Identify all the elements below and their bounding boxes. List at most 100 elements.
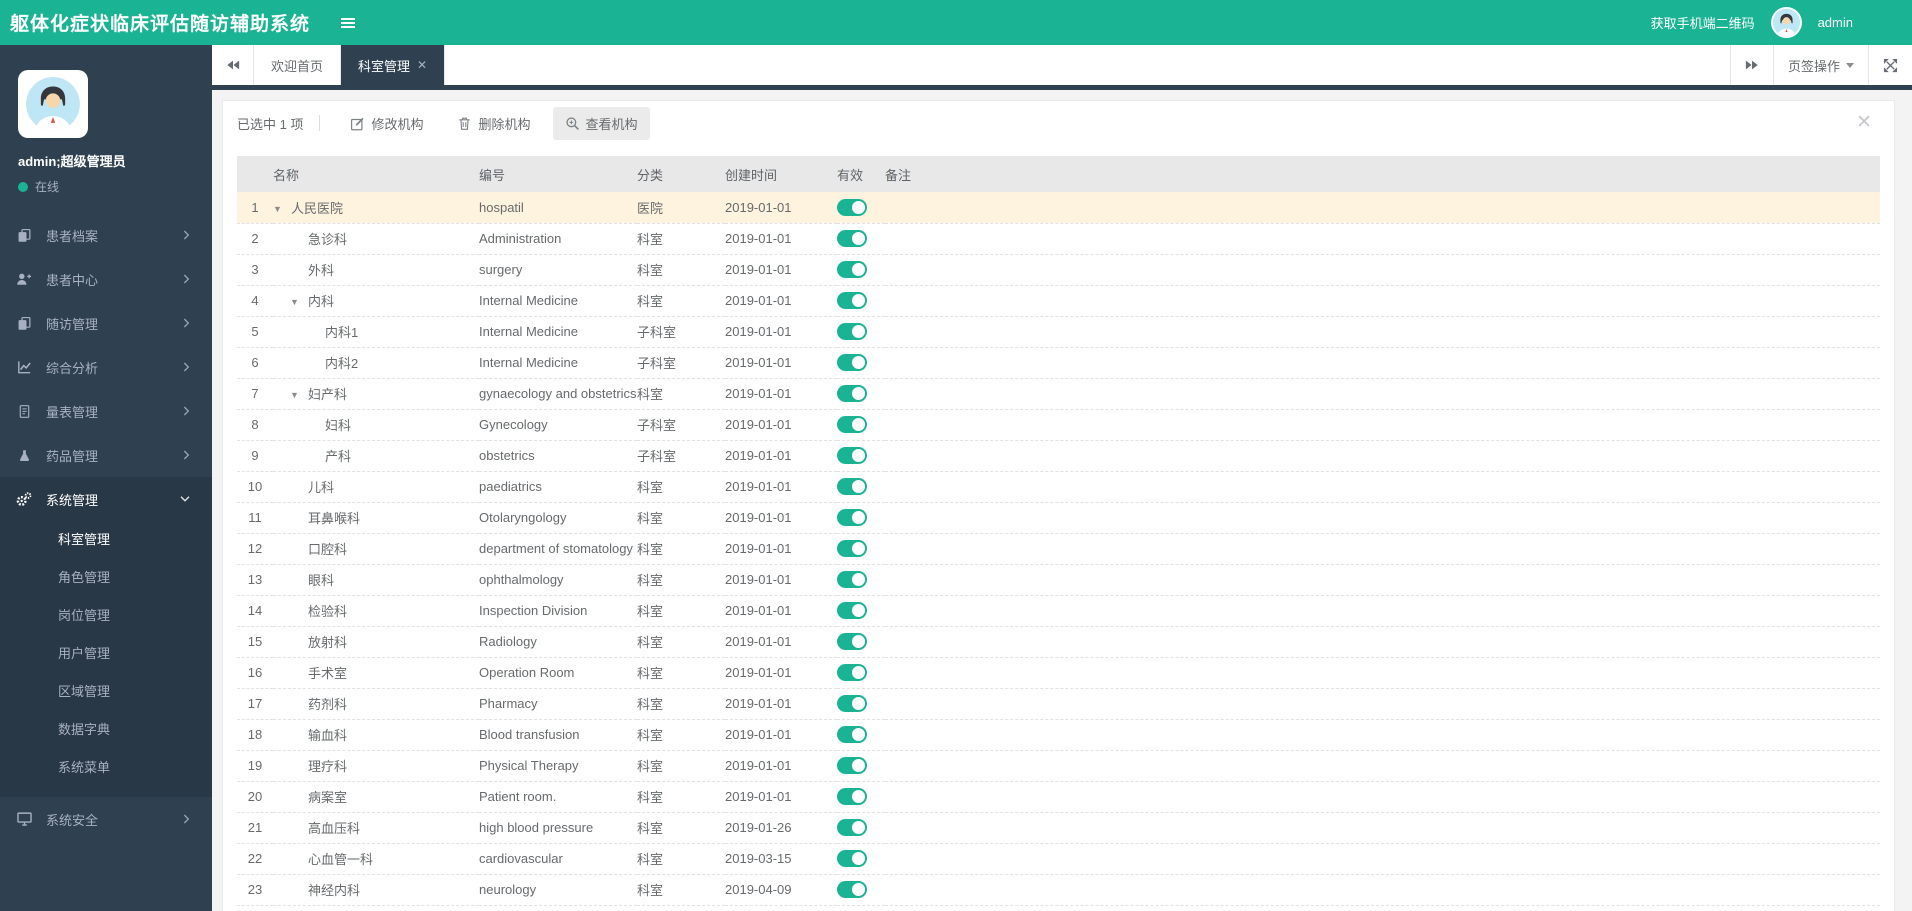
row-index: 13 — [237, 564, 273, 596]
valid-toggle[interactable] — [837, 323, 867, 341]
table-row[interactable]: 19 ▼理疗科 Physical Therapy 科室 2019-01-01 — [237, 750, 1880, 782]
modify-org-label: 修改机构 — [371, 116, 424, 132]
row-category: 科室 — [637, 378, 725, 410]
chevron-right-icon — [183, 450, 190, 460]
valid-toggle[interactable] — [837, 385, 867, 403]
table-row[interactable]: 12 ▼口腔科 department of stomatology 科室 201… — [237, 533, 1880, 565]
table-row[interactable]: 8 ▼妇科 Gynecology 子科室 2019-01-01 — [237, 409, 1880, 441]
row-name-text: 输血科 — [308, 728, 348, 743]
table-row[interactable]: 5 ▼内科1 Internal Medicine 子科室 2019-01-01 — [237, 316, 1880, 348]
sidebar-subitem[interactable]: 系统菜单 — [0, 749, 212, 787]
row-index: 5 — [237, 316, 273, 348]
table-row[interactable]: 11 ▼耳鼻喉科 Otolaryngology 科室 2019-01-01 — [237, 502, 1880, 534]
sidebar-subitem[interactable]: 数据字典 — [0, 711, 212, 749]
tabs-scroll-left-button[interactable] — [212, 45, 254, 85]
sidebar-item[interactable]: 患者中心 — [0, 257, 212, 301]
sidebar-subitem[interactable]: 角色管理 — [0, 559, 212, 597]
profile-avatar[interactable] — [18, 70, 88, 138]
caret-down-icon[interactable]: ▼ — [273, 204, 291, 214]
sidebar-subitem[interactable]: 岗位管理 — [0, 597, 212, 635]
row-category: 科室 — [637, 719, 725, 751]
table-row[interactable]: 17 ▼药剂科 Pharmacy 科室 2019-01-01 — [237, 688, 1880, 720]
row-code: Internal Medicine — [479, 285, 637, 317]
valid-toggle[interactable] — [837, 695, 867, 713]
row-created: 2019-01-01 — [725, 285, 837, 317]
valid-toggle[interactable] — [837, 633, 867, 651]
sidebar-item[interactable]: 综合分析 — [0, 345, 212, 389]
table-row[interactable]: 15 ▼放射科 Radiology 科室 2019-01-01 — [237, 626, 1880, 658]
view-org-button[interactable]: 查看机构 — [552, 106, 650, 140]
caret-down-icon[interactable]: ▼ — [290, 390, 308, 400]
table-row[interactable]: 4 ▼ 内科 Internal Medicine 科室 2019-01-01 — [237, 285, 1880, 317]
table-row[interactable]: 21 ▼高血压科 high blood pressure 科室 2019-01-… — [237, 812, 1880, 844]
table-row[interactable]: 20 ▼病案室 Patient room. 科室 2019-01-01 — [237, 781, 1880, 813]
panel-close-icon[interactable]: ✕ — [1856, 113, 1872, 132]
tab-welcome[interactable]: 欢迎首页 — [254, 45, 342, 85]
table-row[interactable]: 7 ▼ 妇产科 gynaecology and obstetrics 科室 201… — [237, 378, 1880, 410]
qr-code-link[interactable]: 获取手机端二维码 — [1651, 13, 1755, 32]
valid-toggle[interactable] — [837, 850, 867, 868]
row-name: ▼检验科 — [273, 595, 479, 627]
caret-down-icon[interactable]: ▼ — [290, 297, 308, 307]
valid-toggle[interactable] — [837, 416, 867, 434]
row-valid — [837, 843, 885, 875]
valid-toggle[interactable] — [837, 726, 867, 744]
valid-toggle[interactable] — [837, 664, 867, 682]
valid-toggle[interactable] — [837, 292, 867, 310]
sidebar-subitem[interactable]: 用户管理 — [0, 635, 212, 673]
valid-toggle[interactable] — [837, 881, 867, 899]
valid-toggle[interactable] — [837, 198, 867, 216]
valid-toggle[interactable] — [837, 509, 867, 527]
sidebar-subitem[interactable]: 科室管理 — [0, 521, 212, 559]
table-row[interactable]: 14 ▼检验科 Inspection Division 科室 2019-01-0… — [237, 595, 1880, 627]
table-row[interactable]: 10 ▼儿科 paediatrics 科室 2019-01-01 — [237, 471, 1880, 503]
user-avatar[interactable] — [1770, 7, 1802, 38]
table-row[interactable]: 1 ▼ 人民医院 hospatil 医院 2019-01-01 — [237, 192, 1880, 224]
table-row[interactable]: 3 ▼外科 surgery 科室 2019-01-01 — [237, 254, 1880, 286]
tab-operations-dropdown[interactable]: 页签操作 — [1772, 45, 1868, 85]
table-row[interactable]: 9 ▼产科 obstetrics 子科室 2019-01-01 — [237, 440, 1880, 472]
table-row[interactable]: 23 ▼神经内科 neurology 科室 2019-04-09 — [237, 874, 1880, 906]
row-name: ▼心血管一科 — [273, 843, 479, 875]
sidebar-item[interactable]: 系统安全 — [0, 797, 212, 841]
sidebar-item[interactable]: 系统管理 — [0, 477, 212, 521]
valid-toggle[interactable] — [837, 230, 867, 248]
hamburger-menu-icon[interactable] — [340, 15, 356, 31]
valid-toggle[interactable] — [837, 602, 867, 620]
username[interactable]: admin — [1818, 15, 1853, 30]
valid-toggle[interactable] — [837, 571, 867, 589]
table-row[interactable]: 16 ▼手术室 Operation Room 科室 2019-01-01 — [237, 657, 1880, 689]
delete-org-button[interactable]: 删除机构 — [445, 107, 542, 140]
sidebar-item[interactable]: 药品管理 — [0, 433, 212, 477]
row-note — [885, 285, 1880, 317]
valid-toggle[interactable] — [837, 478, 867, 496]
tab-bar: 欢迎首页 科室管理 ✕ 页签操作 — [212, 45, 1912, 90]
row-valid — [837, 750, 885, 782]
valid-toggle[interactable] — [837, 757, 867, 775]
tab-department-management[interactable]: 科室管理 ✕ — [341, 45, 446, 85]
table-row[interactable]: 6 ▼内科2 Internal Medicine 子科室 2019-01-01 — [237, 347, 1880, 379]
row-created: 2019-01-01 — [725, 533, 837, 565]
sidebar-subitem[interactable]: 区域管理 — [0, 673, 212, 711]
table-row[interactable]: 18 ▼输血科 Blood transfusion 科室 2019-01-01 — [237, 719, 1880, 751]
close-tab-icon[interactable]: ✕ — [417, 58, 427, 72]
sidebar-item[interactable]: 量表管理 — [0, 389, 212, 433]
table-row[interactable]: 2 ▼急诊科 Administration 科室 2019-01-01 — [237, 223, 1880, 255]
sidebar-item[interactable]: 患者档案 — [0, 213, 212, 257]
valid-toggle[interactable] — [837, 354, 867, 372]
toolbar-divider — [319, 115, 321, 131]
table-row[interactable]: 13 ▼眼科 ophthalmology 科室 2019-01-01 — [237, 564, 1880, 596]
col-code: 编号 — [479, 156, 637, 192]
valid-toggle[interactable] — [837, 819, 867, 837]
table-row[interactable]: 22 ▼心血管一科 cardiovascular 科室 2019-03-15 — [237, 843, 1880, 875]
valid-toggle[interactable] — [837, 540, 867, 558]
fullscreen-expand-icon[interactable] — [1868, 45, 1912, 85]
modify-org-button[interactable]: 修改机构 — [338, 107, 435, 140]
profile-name: admin;超级管理员 — [18, 154, 126, 169]
tabs-scroll-right-button[interactable] — [1729, 45, 1773, 85]
valid-toggle[interactable] — [837, 447, 867, 465]
valid-toggle[interactable] — [837, 788, 867, 806]
sidebar-item[interactable]: 随访管理 — [0, 301, 212, 345]
valid-toggle[interactable] — [837, 261, 867, 279]
